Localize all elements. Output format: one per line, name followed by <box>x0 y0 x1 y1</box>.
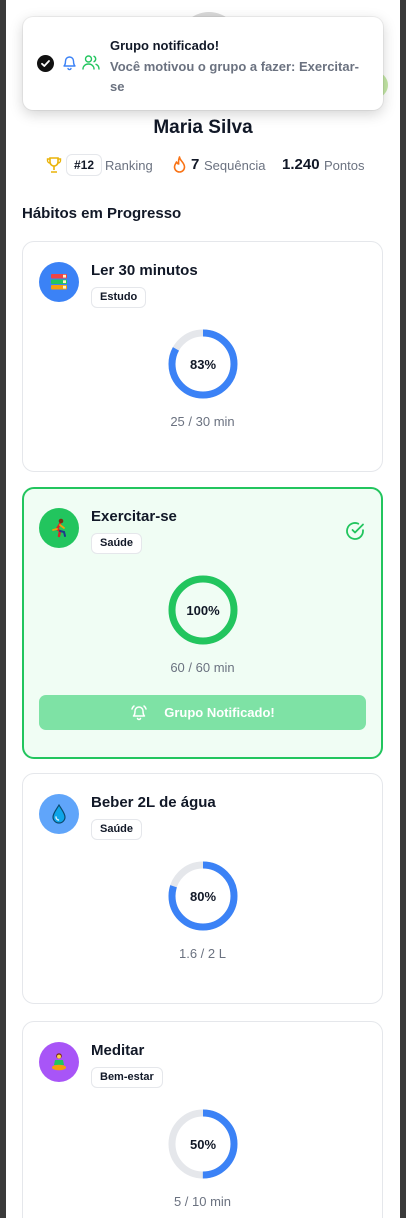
habit-title: Ler 30 minutos <box>91 262 198 279</box>
points-label: Pontos <box>324 158 365 173</box>
progress-text: 25 / 30 min <box>170 414 235 429</box>
progress-text: 5 / 10 min <box>173 1194 232 1209</box>
habit-title: Meditar <box>91 1042 145 1059</box>
group-notified-button[interactable]: Grupo Notificado! <box>39 695 366 730</box>
toast-notification[interactable]: Grupo notificado! Você motivou o grupo a… <box>23 17 383 110</box>
section-title: Hábitos em Progresso <box>22 205 182 222</box>
check-circle-icon <box>346 522 364 540</box>
habit-card[interactable]: Ler 30 minutos Estudo 83% 25 / 30 min <box>22 241 383 472</box>
rank-badge: #12 <box>66 154 103 176</box>
category-tag: Saúde <box>91 819 143 840</box>
bell-ring-icon <box>131 704 147 720</box>
books-icon <box>39 262 79 302</box>
water-drop-icon <box>39 794 79 834</box>
group-notified-label: Grupo Notificado! <box>164 705 275 720</box>
trophy-icon <box>46 157 62 173</box>
category-tag: Saúde <box>91 533 143 554</box>
check-icon <box>37 55 54 72</box>
meditation-icon <box>39 1042 79 1082</box>
progress-percent: 83% <box>189 356 217 372</box>
rank-label: Ranking <box>105 158 153 173</box>
toast-message: Você motivou o grupo a fazer: Exercitar-… <box>110 59 359 94</box>
streak-label: Sequência <box>204 158 266 173</box>
habit-card-completed[interactable]: Exercitar-se Saúde 100% 60 / 60 min Grup… <box>22 487 383 759</box>
progress-percent: 80% <box>189 888 217 904</box>
habit-title: Beber 2L de água <box>91 794 216 811</box>
user-name: Maria Silva <box>153 117 253 138</box>
progress-text: 1.6 / 2 L <box>179 946 226 961</box>
habit-card[interactable]: Beber 2L de água Saúde 80% 1.6 / 2 L <box>22 773 383 1004</box>
category-tag: Bem-estar <box>91 1067 163 1088</box>
habit-title: Exercitar-se <box>91 508 177 525</box>
progress-percent: 50% <box>189 1136 217 1152</box>
bell-icon <box>63 56 76 71</box>
app-screen: Maria Silva #12 Ranking 7 Sequência 1.24… <box>6 0 400 1218</box>
toast-title: Grupo notificado! <box>110 38 220 53</box>
stats-bar: #12 Ranking 7 Sequência 1.240 Pontos <box>6 153 400 179</box>
progress-percent: 100% <box>186 602 220 618</box>
category-tag: Estudo <box>91 287 147 308</box>
streak-value: 7 <box>191 156 200 173</box>
points-value: 1.240 <box>282 156 320 173</box>
flame-icon <box>173 156 186 173</box>
users-icon <box>82 55 100 70</box>
progress-text: 60 / 60 min <box>170 660 235 675</box>
habit-card[interactable]: Meditar Bem-estar 50% 5 / 10 min <box>22 1021 383 1218</box>
running-person-icon <box>39 508 79 548</box>
